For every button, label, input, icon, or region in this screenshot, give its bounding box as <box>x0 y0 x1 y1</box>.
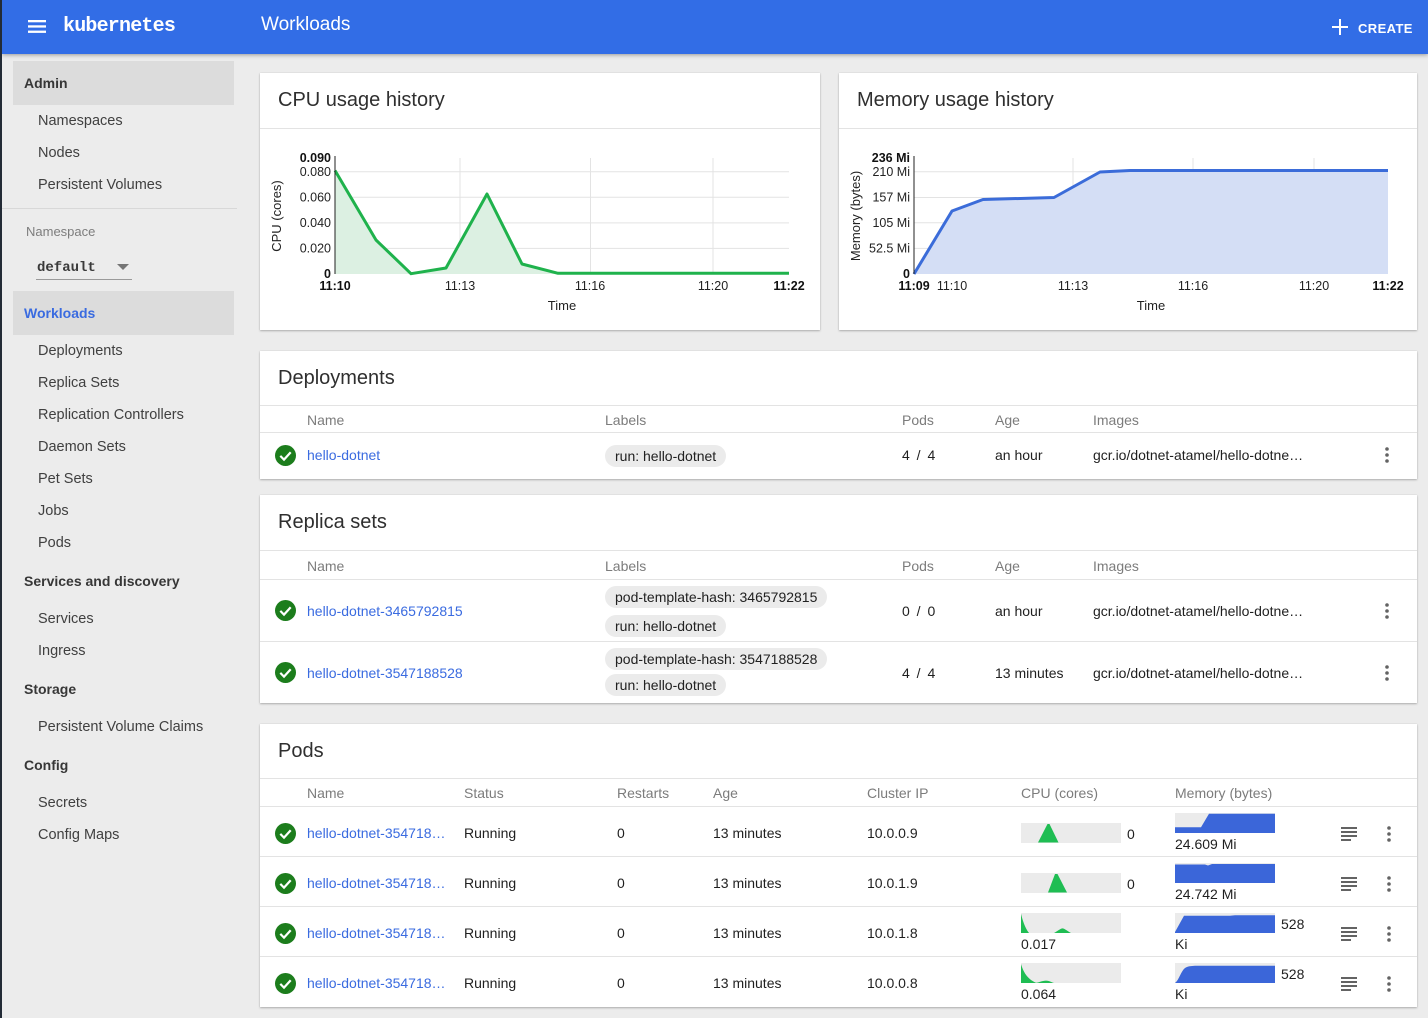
svg-text:11:16: 11:16 <box>575 279 605 293</box>
svg-text:11:20: 11:20 <box>698 279 728 293</box>
svg-text:0.090: 0.090 <box>300 151 331 165</box>
svg-text:157 Mi: 157 Mi <box>872 191 910 205</box>
svg-text:236 Mi: 236 Mi <box>872 151 910 165</box>
svg-text:11:13: 11:13 <box>1058 279 1088 293</box>
svg-text:0.020: 0.020 <box>300 242 331 256</box>
svg-text:11:22: 11:22 <box>773 279 804 293</box>
svg-text:0.060: 0.060 <box>300 191 331 205</box>
svg-text:11:13: 11:13 <box>445 279 475 293</box>
svg-text:CPU (cores): CPU (cores) <box>269 180 284 252</box>
svg-text:11:09: 11:09 <box>898 279 929 293</box>
svg-text:Time: Time <box>1137 298 1165 313</box>
svg-text:0.080: 0.080 <box>300 165 331 179</box>
svg-text:11:10: 11:10 <box>937 279 967 293</box>
svg-text:210 Mi: 210 Mi <box>872 165 910 179</box>
svg-text:Memory (bytes): Memory (bytes) <box>848 171 863 261</box>
svg-text:11:22: 11:22 <box>1372 279 1403 293</box>
svg-text:11:20: 11:20 <box>1299 279 1329 293</box>
svg-text:52.5 Mi: 52.5 Mi <box>869 242 910 256</box>
svg-text:0.040: 0.040 <box>300 216 331 230</box>
svg-text:11:10: 11:10 <box>319 279 350 293</box>
svg-text:Time: Time <box>548 298 576 313</box>
svg-text:11:16: 11:16 <box>1178 279 1208 293</box>
svg-text:105 Mi: 105 Mi <box>872 216 910 230</box>
